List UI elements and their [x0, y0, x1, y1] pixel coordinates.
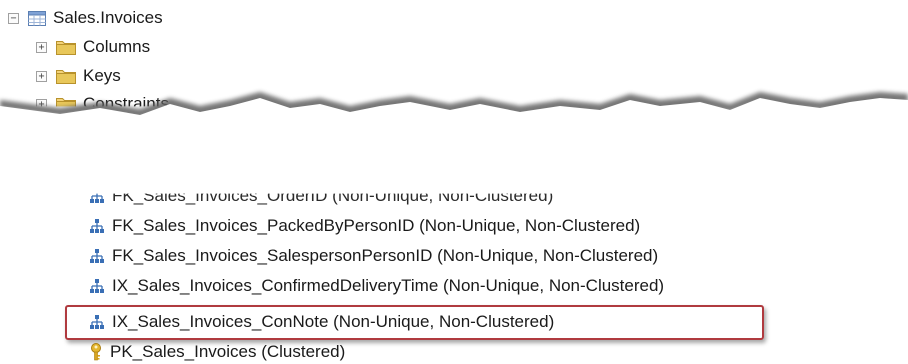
expand-toggle[interactable]: + — [36, 70, 47, 82]
folder-icon — [56, 39, 76, 55]
collapse-toggle[interactable]: − — [8, 12, 19, 24]
index-icon — [89, 248, 105, 264]
folder-label: Columns — [83, 37, 151, 56]
tree-node-keys[interactable]: + Keys — [36, 64, 121, 88]
folder-label: Keys — [83, 66, 121, 85]
key-icon — [89, 343, 103, 361]
index-item[interactable]: FK_Sales_Invoices_OrderID (Non-Unique, N… — [89, 186, 554, 208]
index-label: FK_Sales_Invoices_PackedByPersonID (Non-… — [112, 216, 641, 235]
expand-toggle[interactable]: + — [36, 41, 47, 53]
table-icon — [28, 10, 46, 26]
index-icon — [89, 218, 105, 234]
index-icon — [89, 278, 105, 294]
tree-node-table[interactable]: − Sales.Invoices — [8, 6, 163, 30]
table-label: Sales.Invoices — [53, 8, 163, 27]
tree-node-columns[interactable]: + Columns — [36, 35, 150, 59]
folder-icon — [56, 68, 76, 84]
index-item[interactable]: FK_Sales_Invoices_SalespersonPersonID (N… — [89, 244, 658, 268]
index-item[interactable]: IX_Sales_Invoices_ConfirmedDeliveryTime … — [89, 274, 664, 298]
index-item[interactable]: FK_Sales_Invoices_PackedByPersonID (Non-… — [89, 214, 640, 238]
index-icon — [89, 193, 105, 204]
index-icon — [89, 314, 105, 330]
index-item-highlighted[interactable]: IX_Sales_Invoices_ConNote (Non-Unique, N… — [89, 310, 554, 334]
index-label: FK_Sales_Invoices_SalespersonPersonID (N… — [112, 246, 659, 265]
index-label: FK_Sales_Invoices_OrderID (Non-Unique, N… — [112, 186, 554, 205]
torn-edge-divider — [0, 92, 908, 146]
index-label: PK_Sales_Invoices (Clustered) — [110, 342, 346, 361]
index-item[interactable]: PK_Sales_Invoices (Clustered) — [89, 340, 345, 364]
index-label: IX_Sales_Invoices_ConNote (Non-Unique, N… — [112, 312, 555, 331]
index-label: IX_Sales_Invoices_ConfirmedDeliveryTime … — [112, 276, 665, 295]
